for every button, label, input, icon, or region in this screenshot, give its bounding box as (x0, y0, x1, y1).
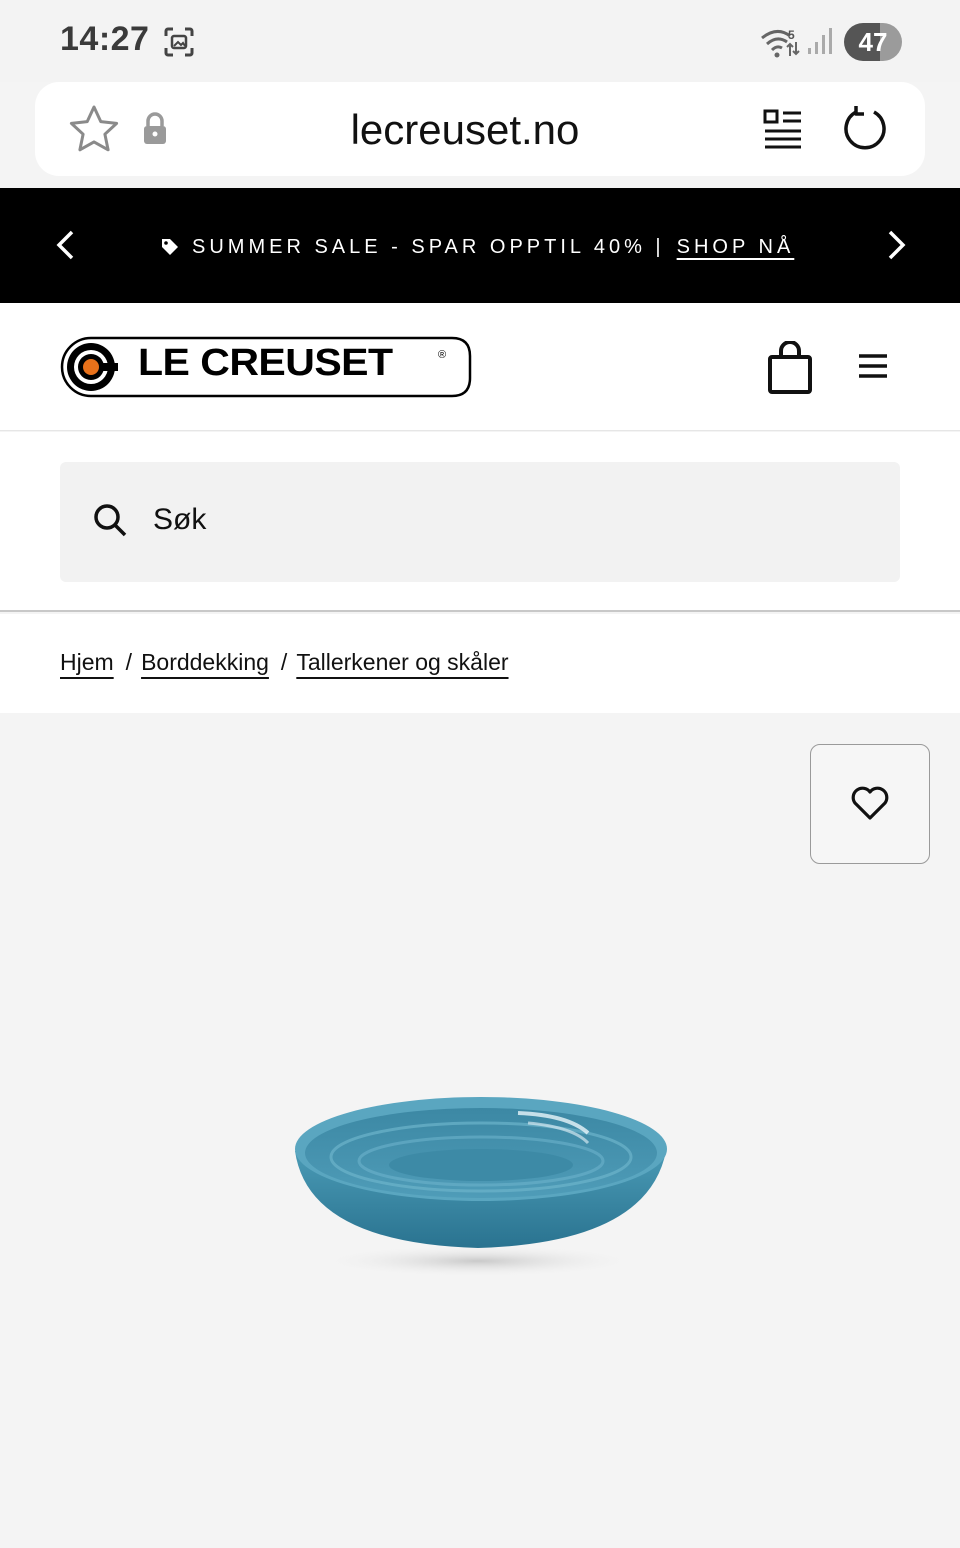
wifi-icon: 5 (761, 28, 800, 58)
product-image-bowl[interactable] (288, 1093, 674, 1293)
tag-icon (162, 239, 178, 255)
status-time: 14:27 (60, 20, 150, 58)
svg-text:5: 5 (788, 28, 795, 42)
hamburger-menu-icon[interactable] (855, 350, 891, 382)
reload-icon[interactable] (841, 104, 889, 152)
promo-banner: SUMMER SALE - SPAR OPPTIL 40% | SHOP NÅ (0, 188, 960, 303)
search-section (0, 432, 960, 612)
promo-text: SUMMER SALE - SPAR OPPTIL 40% | (192, 235, 665, 258)
screenshot-icon (164, 27, 194, 57)
brand-name: LE CREUSET (138, 342, 393, 384)
breadcrumb-link-borddekking[interactable]: Borddekking (141, 649, 269, 676)
breadcrumb: Hjem / Borddekking / Tallerkener og skål… (0, 614, 960, 713)
svg-text:®: ® (438, 349, 446, 361)
reader-mode-icon[interactable] (763, 108, 805, 150)
promo-message: SUMMER SALE - SPAR OPPTIL 40% | SHOP NÅ (160, 232, 810, 262)
promo-shop-link[interactable]: SHOP NÅ (677, 236, 795, 259)
breadcrumb-row: Hjem / Borddekking / Tallerkener og skål… (60, 649, 509, 676)
shopping-bag-icon[interactable] (766, 341, 814, 395)
breadcrumb-link-home[interactable]: Hjem (60, 649, 114, 676)
breadcrumb-separator: / (125, 649, 133, 675)
search-field[interactable] (60, 462, 900, 582)
browser-address-bar[interactable]: lecreuset.no (35, 82, 925, 176)
site-header: ® LE CREUSET (0, 303, 960, 431)
product-gallery (0, 713, 960, 1548)
breadcrumb-separator: / (280, 649, 288, 675)
search-icon (94, 504, 127, 537)
status-bar: 14:27 5 47 (0, 0, 960, 82)
battery-indicator: 47 (844, 23, 902, 61)
chevron-left-icon[interactable] (50, 228, 84, 262)
search-input[interactable] (153, 492, 853, 548)
wishlist-button[interactable] (810, 744, 930, 864)
signal-icon (808, 28, 832, 54)
chevron-right-icon[interactable] (878, 228, 912, 262)
brand-logo[interactable]: ® LE CREUSET (60, 336, 472, 398)
heart-icon (851, 786, 889, 820)
breadcrumb-link-tallerkener[interactable]: Tallerkener og skåler (296, 649, 508, 676)
